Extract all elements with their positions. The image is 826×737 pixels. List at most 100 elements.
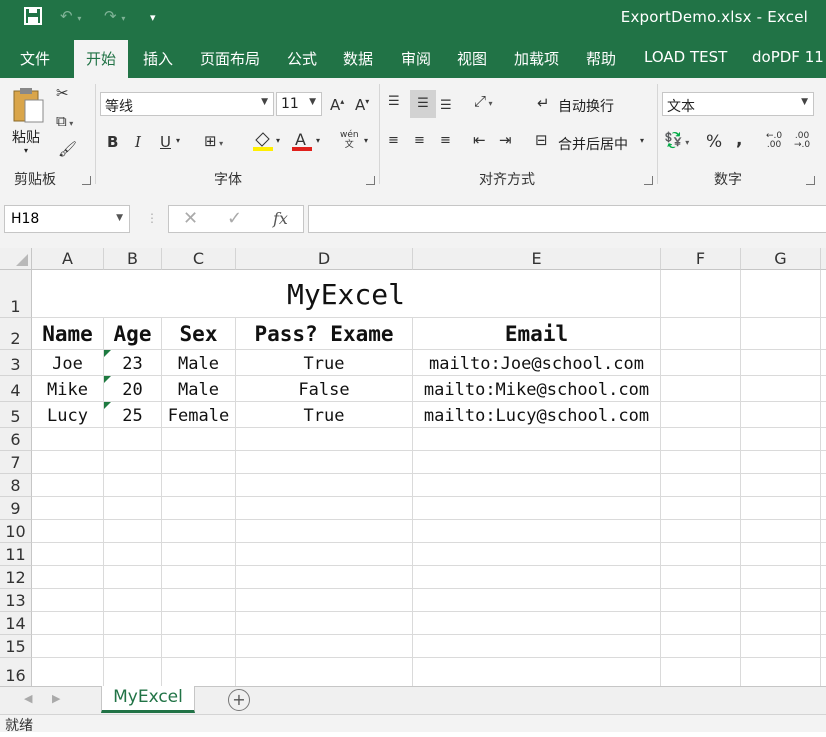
row-header-13[interactable]: 13 xyxy=(0,589,32,612)
save-icon[interactable] xyxy=(24,7,42,29)
currency-icon[interactable]: 💱 ▾ xyxy=(664,131,689,149)
format-painter-icon[interactable]: 🖌 xyxy=(58,140,77,158)
font-launcher-icon[interactable] xyxy=(366,176,375,185)
row-header-10[interactable]: 10 xyxy=(0,520,32,543)
column-header-c[interactable]: C xyxy=(162,248,236,270)
column-header-f[interactable]: F xyxy=(661,248,741,270)
copy-icon[interactable]: ⧉ ▾ xyxy=(56,112,73,130)
row-header-5[interactable]: 5 xyxy=(0,402,32,428)
row-header-4[interactable]: 4 xyxy=(0,376,32,402)
tab-insert[interactable]: 插入 xyxy=(143,48,173,69)
row-header-6[interactable]: 6 xyxy=(0,428,32,451)
name-box[interactable]: H18 ▼ xyxy=(4,205,130,233)
underline-button[interactable]: U xyxy=(160,133,171,151)
number-format-select[interactable]: 文本 ▼ xyxy=(662,92,814,116)
increase-decimal-icon[interactable]: ←.0.00 xyxy=(766,132,782,150)
sheet-title-cell[interactable]: MyExcel xyxy=(32,278,660,311)
bold-button[interactable]: B xyxy=(107,133,118,151)
data-cell[interactable]: Female xyxy=(162,406,235,426)
header-cell-pass-exame[interactable]: Pass? Exame xyxy=(236,322,412,346)
tab-formulas[interactable]: 公式 xyxy=(287,48,317,69)
wrap-text-icon[interactable]: ↵ xyxy=(537,94,550,112)
paste-button[interactable]: 粘贴 xyxy=(12,127,40,147)
border-icon[interactable]: ⊞ ▾ xyxy=(204,132,223,150)
column-header-g[interactable]: G xyxy=(741,248,821,270)
column-header-b[interactable]: B xyxy=(104,248,162,270)
new-sheet-icon[interactable]: + xyxy=(228,689,250,711)
merge-dropdown-icon[interactable]: ▾ xyxy=(640,136,644,145)
decrease-decimal-icon[interactable]: .00 →.0 xyxy=(794,132,810,150)
decrease-font-icon[interactable]: A▾ xyxy=(355,96,369,114)
data-cell[interactable]: 23 xyxy=(104,354,161,374)
percent-button[interactable]: % xyxy=(706,132,722,152)
font-color-icon[interactable]: A xyxy=(292,130,312,156)
font-name-select[interactable]: 等线 ▼ xyxy=(100,92,274,116)
row-header-7[interactable]: 7 xyxy=(0,451,32,474)
data-cell[interactable]: Joe xyxy=(32,354,103,374)
tab-dopdf[interactable]: doPDF 11 xyxy=(752,48,824,66)
phonetic-icon[interactable]: wén 文 xyxy=(340,130,359,150)
column-header-h[interactable] xyxy=(821,248,826,270)
comma-button[interactable]: , xyxy=(736,130,742,150)
data-cell[interactable]: 20 xyxy=(104,380,161,400)
header-cell-name[interactable]: Name xyxy=(32,322,103,346)
undo-icon[interactable]: ↶ ▾ xyxy=(60,7,81,25)
tab-view[interactable]: 视图 xyxy=(457,48,487,69)
merge-center-icon[interactable]: ⊟ xyxy=(535,131,548,149)
paste-dropdown-icon[interactable]: ▾ xyxy=(24,146,28,155)
data-cell[interactable]: 25 xyxy=(104,406,161,426)
data-cell[interactable]: Male xyxy=(162,354,235,374)
insert-function-icon[interactable]: fx xyxy=(273,209,288,228)
tab-data[interactable]: 数据 xyxy=(343,48,373,69)
cut-icon[interactable]: ✂ xyxy=(56,84,69,102)
align-left-icon[interactable]: ≡ xyxy=(388,133,399,148)
fill-color-icon[interactable] xyxy=(252,130,274,156)
font-size-select[interactable]: 11 ▼ xyxy=(276,92,322,116)
row-header-12[interactable]: 12 xyxy=(0,566,32,589)
row-header-9[interactable]: 9 xyxy=(0,497,32,520)
underline-dropdown-icon[interactable]: ▾ xyxy=(176,136,180,145)
font-color-dropdown-icon[interactable]: ▾ xyxy=(316,136,320,145)
worksheet-grid[interactable]: A B C D E F G 1 2 3 4 5 6 7 8 9 10 11 12… xyxy=(0,248,826,686)
decrease-indent-icon[interactable]: ⇤ xyxy=(473,131,486,149)
data-cell[interactable]: Lucy xyxy=(32,406,103,426)
paste-icon[interactable] xyxy=(10,86,46,126)
data-cell[interactable]: mailto:Lucy@school.com xyxy=(413,406,660,426)
tab-review[interactable]: 审阅 xyxy=(401,48,431,69)
tab-page-layout[interactable]: 页面布局 xyxy=(200,48,260,69)
align-top-icon[interactable]: ☰ xyxy=(388,94,400,109)
data-cell[interactable]: Mike xyxy=(32,380,103,400)
scroll-tabs-left-icon[interactable]: ◀ xyxy=(24,692,32,705)
alignment-launcher-icon[interactable] xyxy=(644,176,653,185)
fill-color-dropdown-icon[interactable]: ▾ xyxy=(276,136,280,145)
align-center-icon[interactable]: ≡ xyxy=(414,133,425,148)
header-cell-age[interactable]: Age xyxy=(104,322,161,346)
tab-addins[interactable]: 加载项 xyxy=(514,48,559,69)
data-cell[interactable]: False xyxy=(236,380,412,400)
increase-indent-icon[interactable]: ⇥ xyxy=(499,131,512,149)
row-header-11[interactable]: 11 xyxy=(0,543,32,566)
wrap-text-button[interactable]: 自动换行 xyxy=(558,96,614,116)
row-header-16[interactable]: 16 xyxy=(0,658,32,686)
increase-font-icon[interactable]: A▴ xyxy=(330,96,344,114)
header-cell-email[interactable]: Email xyxy=(413,322,660,346)
enter-icon[interactable]: ✓ xyxy=(227,208,242,229)
merge-center-button[interactable]: 合并后居中 xyxy=(558,134,628,154)
row-header-14[interactable]: 14 xyxy=(0,612,32,635)
align-right-icon[interactable]: ≡ xyxy=(440,133,451,148)
header-cell-sex[interactable]: Sex xyxy=(162,322,235,346)
number-launcher-icon[interactable] xyxy=(806,176,815,185)
row-header-2[interactable]: 2 xyxy=(0,318,32,350)
row-header-8[interactable]: 8 xyxy=(0,474,32,497)
orientation-icon[interactable]: ⤢ ▾ xyxy=(474,92,493,110)
tab-help[interactable]: 帮助 xyxy=(586,48,616,69)
row-header-3[interactable]: 3 xyxy=(0,350,32,376)
data-cell[interactable]: True xyxy=(236,354,412,374)
tab-file[interactable]: 文件 xyxy=(20,48,50,69)
data-cell[interactable]: mailto:Joe@school.com xyxy=(413,354,660,374)
data-cell[interactable]: Male xyxy=(162,380,235,400)
column-header-d[interactable]: D xyxy=(236,248,413,270)
align-bottom-icon[interactable]: ☰ xyxy=(440,98,452,113)
column-header-a[interactable]: A xyxy=(32,248,104,270)
formula-input[interactable] xyxy=(308,205,826,233)
